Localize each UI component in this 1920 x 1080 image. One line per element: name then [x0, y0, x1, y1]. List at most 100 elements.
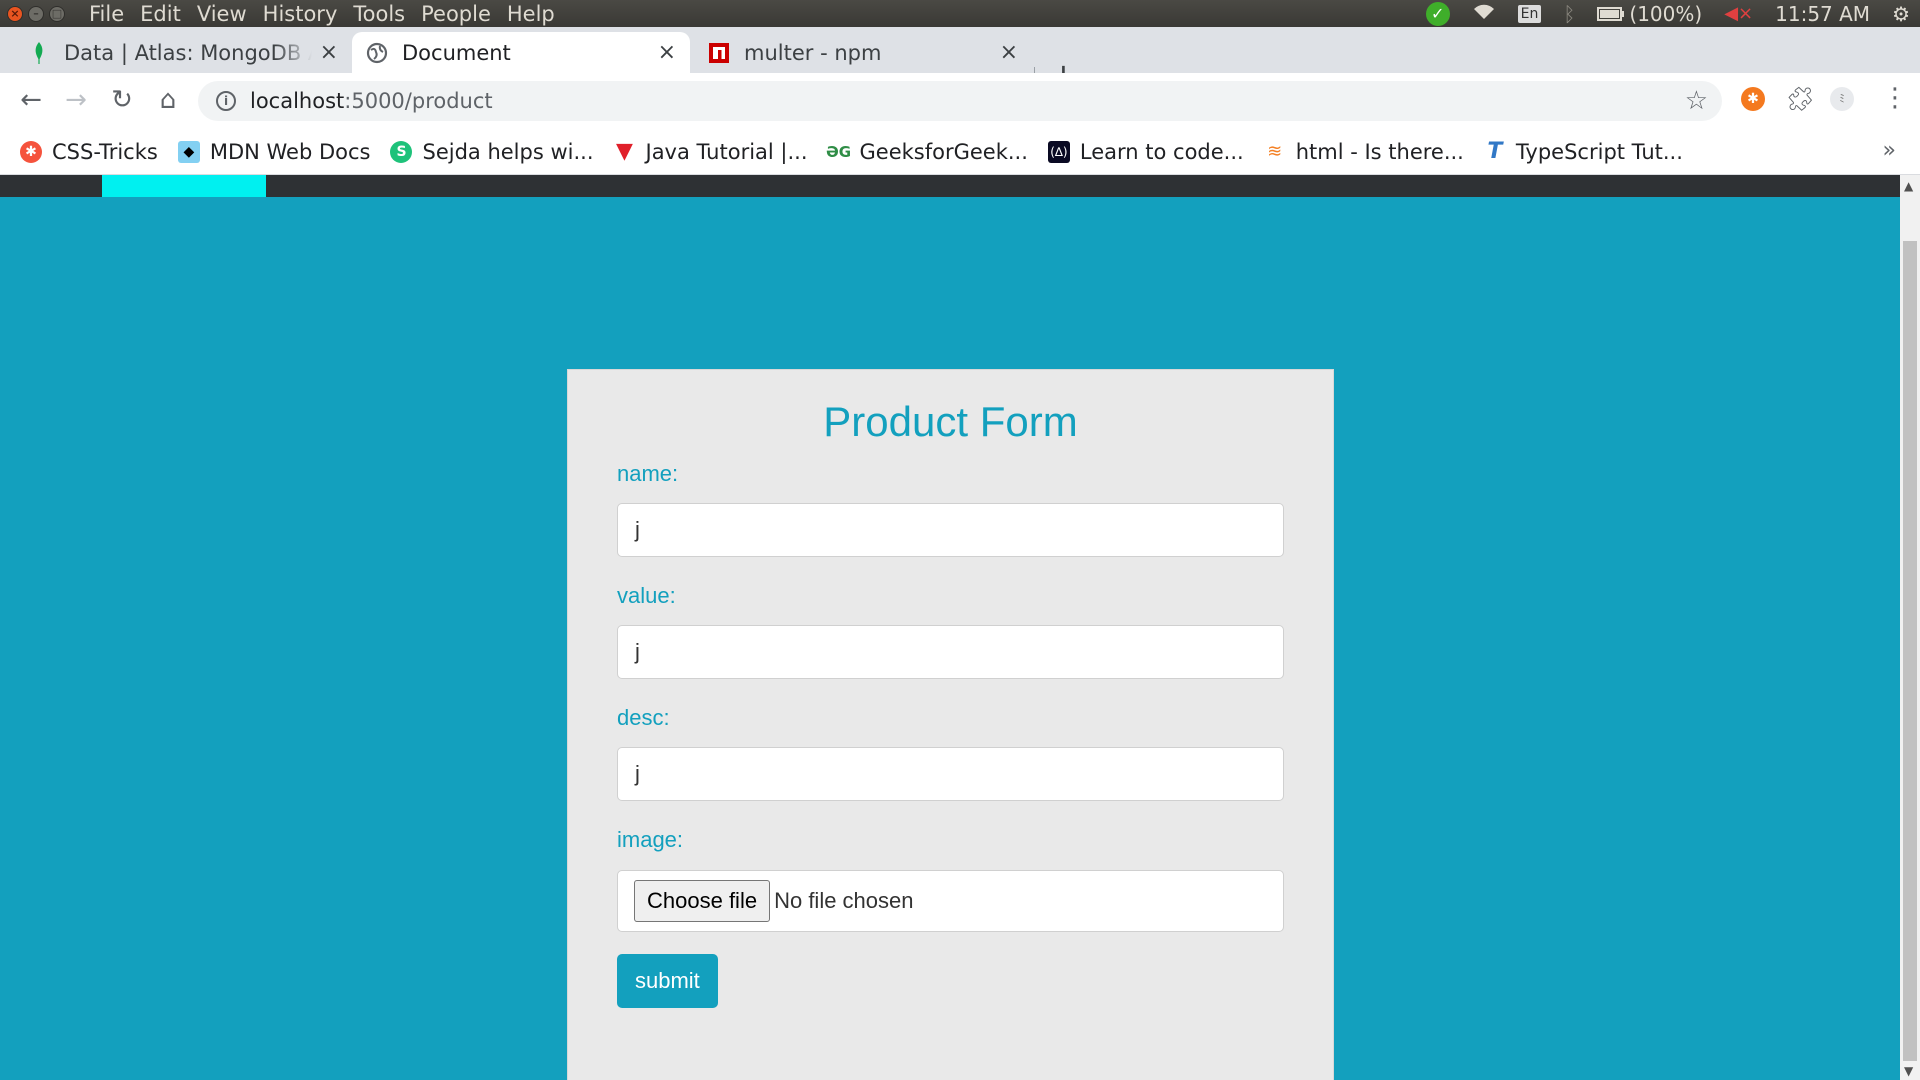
bluetooth-icon[interactable]: ᛒ: [1563, 2, 1575, 26]
home-button[interactable]: ⌂: [152, 85, 184, 115]
window-controls: × – □: [7, 5, 65, 22]
menu-history[interactable]: History: [263, 2, 338, 26]
extensions-puzzle-icon[interactable]: 🧩︎: [1785, 85, 1815, 113]
menu-edit[interactable]: Edit: [140, 2, 181, 26]
name-input[interactable]: j: [617, 503, 1284, 557]
tab-multer-npm[interactable]: multer - npm ×: [694, 32, 1032, 73]
scroll-up-arrow-icon[interactable]: ▲: [1904, 179, 1913, 193]
stackoverflow-icon: ≋: [1267, 141, 1283, 162]
bookmark-label: GeeksforGeek...: [859, 139, 1028, 164]
typescript-icon: T: [1487, 139, 1503, 164]
page-scrollbar[interactable]: ▲ ▼: [1900, 175, 1920, 1080]
bookmark-java-tutorial[interactable]: ▼ Java Tutorial |...: [614, 139, 808, 164]
menu-help[interactable]: Help: [507, 2, 555, 26]
bookmarks-overflow-icon[interactable]: »: [1883, 138, 1896, 163]
battery-indicator[interactable]: (100%): [1597, 2, 1702, 26]
globe-icon: [366, 42, 388, 64]
battery-icon: [1597, 2, 1625, 26]
tab-mongodb-atlas[interactable]: Data | Atlas: MongoDB Atlas ×: [14, 32, 352, 73]
battery-percent: (100%): [1629, 1, 1703, 26]
mdn-icon: ◆: [177, 140, 200, 163]
app-menu: File Edit View History Tools People Help: [89, 2, 555, 26]
address-bar[interactable]: i localhost :5000/product ☆: [198, 81, 1722, 121]
bookmark-label: TypeScript Tut...: [1515, 139, 1683, 164]
freecodecamp-icon: (∆): [1047, 140, 1070, 163]
url-text[interactable]: localhost :5000/product: [250, 89, 493, 113]
window-minimize-button[interactable]: –: [28, 5, 44, 22]
tab-strip: Data | Atlas: MongoDB Atlas × Document ×…: [0, 27, 1920, 91]
navbar-active-item[interactable]: [102, 175, 266, 197]
system-tray: ✓ En ᛒ (100%) ◀× 11:57 AM ⚙: [1425, 0, 1910, 27]
bookmark-typescript[interactable]: T TypeScript Tut...: [1484, 139, 1683, 164]
update-check-icon[interactable]: ✓: [1425, 1, 1450, 26]
arrow-right-icon: →: [65, 85, 87, 115]
tab-title: multer - npm: [744, 40, 882, 65]
sejda-icon: S: [390, 140, 413, 163]
bookmark-label: MDN Web Docs: [209, 139, 371, 164]
bookmark-label: CSS-Tricks: [52, 139, 158, 164]
file-status-text: No file chosen: [774, 888, 914, 913]
bookmark-stackoverflow[interactable]: ≋ html - Is there...: [1264, 140, 1464, 164]
product-form-card: Product Form name: j value: j desc: j im…: [567, 369, 1334, 1080]
wifi-icon[interactable]: [1472, 2, 1496, 26]
choose-file-button[interactable]: Choose file: [634, 880, 771, 922]
bookmark-mdn[interactable]: ◆ MDN Web Docs: [177, 139, 371, 164]
value-input-value: j: [635, 639, 640, 664]
scrollbar-thumb[interactable]: [1903, 241, 1917, 1061]
bookmark-label: Learn to code...: [1079, 139, 1244, 164]
browser-menu-icon[interactable]: ⋮: [1882, 83, 1908, 113]
clock[interactable]: 11:57 AM: [1775, 2, 1870, 26]
site-info-icon[interactable]: i: [216, 91, 236, 111]
reload-icon: ↻: [111, 85, 133, 115]
submit-button[interactable]: submit: [617, 954, 718, 1008]
mongodb-leaf-icon: [28, 41, 50, 64]
arrow-left-icon: ←: [20, 85, 42, 115]
java-tutorial-icon: ▼: [616, 139, 633, 164]
tab-close-icon[interactable]: ×: [320, 40, 338, 65]
menu-file[interactable]: File: [89, 2, 124, 26]
desc-input[interactable]: j: [617, 747, 1284, 801]
image-file-input[interactable]: Choose file No file chosen: [617, 870, 1284, 932]
desc-label: desc:: [617, 705, 670, 730]
home-icon: ⌂: [159, 85, 177, 115]
window-close-button[interactable]: ×: [7, 5, 23, 22]
bookmark-label: Java Tutorial |...: [645, 139, 808, 164]
settings-gear-icon[interactable]: ⚙: [1892, 2, 1910, 26]
bookmark-star-icon[interactable]: ☆: [1685, 86, 1708, 116]
menu-people[interactable]: People: [421, 2, 491, 26]
os-menu-bar: × – □ File Edit View History Tools Peopl…: [0, 0, 1920, 27]
value-input[interactable]: j: [617, 625, 1284, 679]
bookmarks-bar: ✱ CSS-Tricks ◆ MDN Web Docs S Sejda help…: [0, 129, 1920, 175]
url-path: :5000/product: [344, 89, 493, 113]
browser-toolbar: ← → ↻ ⌂ i localhost :5000/product ☆ ✱ 🧩︎…: [0, 73, 1920, 129]
tab-document[interactable]: Document ×: [352, 32, 690, 73]
site-navbar: [0, 175, 1900, 197]
menu-view[interactable]: View: [197, 2, 247, 26]
tab-title: Document: [402, 40, 511, 65]
bookmark-css-tricks[interactable]: ✱ CSS-Tricks: [20, 140, 158, 164]
bookmark-geeksforgeeks[interactable]: ƏG GeeksforGeek...: [825, 139, 1028, 164]
keyboard-layout-indicator[interactable]: En: [1517, 4, 1542, 23]
name-input-value: j: [635, 517, 640, 542]
form-title: Product Form: [823, 398, 1078, 445]
css-tricks-icon: ✱: [20, 140, 42, 163]
window-maximize-button[interactable]: □: [49, 5, 65, 22]
profile-avatar-icon[interactable]: ﾐ: [1830, 87, 1854, 111]
tab-close-icon[interactable]: ×: [1000, 40, 1018, 65]
extension-orange-icon[interactable]: ✱: [1741, 87, 1765, 111]
page-viewport: Product Form name: j value: j desc: j im…: [0, 175, 1900, 1080]
forward-button[interactable]: →: [60, 85, 92, 115]
tab-title: Data | Atlas: MongoDB Atlas: [64, 40, 312, 65]
bookmark-sejda[interactable]: S Sejda helps wi...: [390, 140, 594, 164]
image-label: image:: [617, 827, 684, 852]
volume-muted-icon[interactable]: ◀×: [1724, 3, 1753, 24]
reload-button[interactable]: ↻: [106, 85, 138, 115]
menu-tools[interactable]: Tools: [353, 2, 405, 26]
value-label: value:: [617, 583, 676, 608]
geeksforgeeks-icon: ƏG: [825, 142, 852, 161]
desc-input-value: j: [635, 761, 640, 786]
scroll-down-arrow-icon[interactable]: ▼: [1904, 1064, 1913, 1078]
bookmark-freecodecamp[interactable]: (∆) Learn to code...: [1047, 139, 1244, 164]
back-button[interactable]: ←: [15, 85, 47, 115]
tab-close-icon[interactable]: ×: [658, 40, 676, 65]
